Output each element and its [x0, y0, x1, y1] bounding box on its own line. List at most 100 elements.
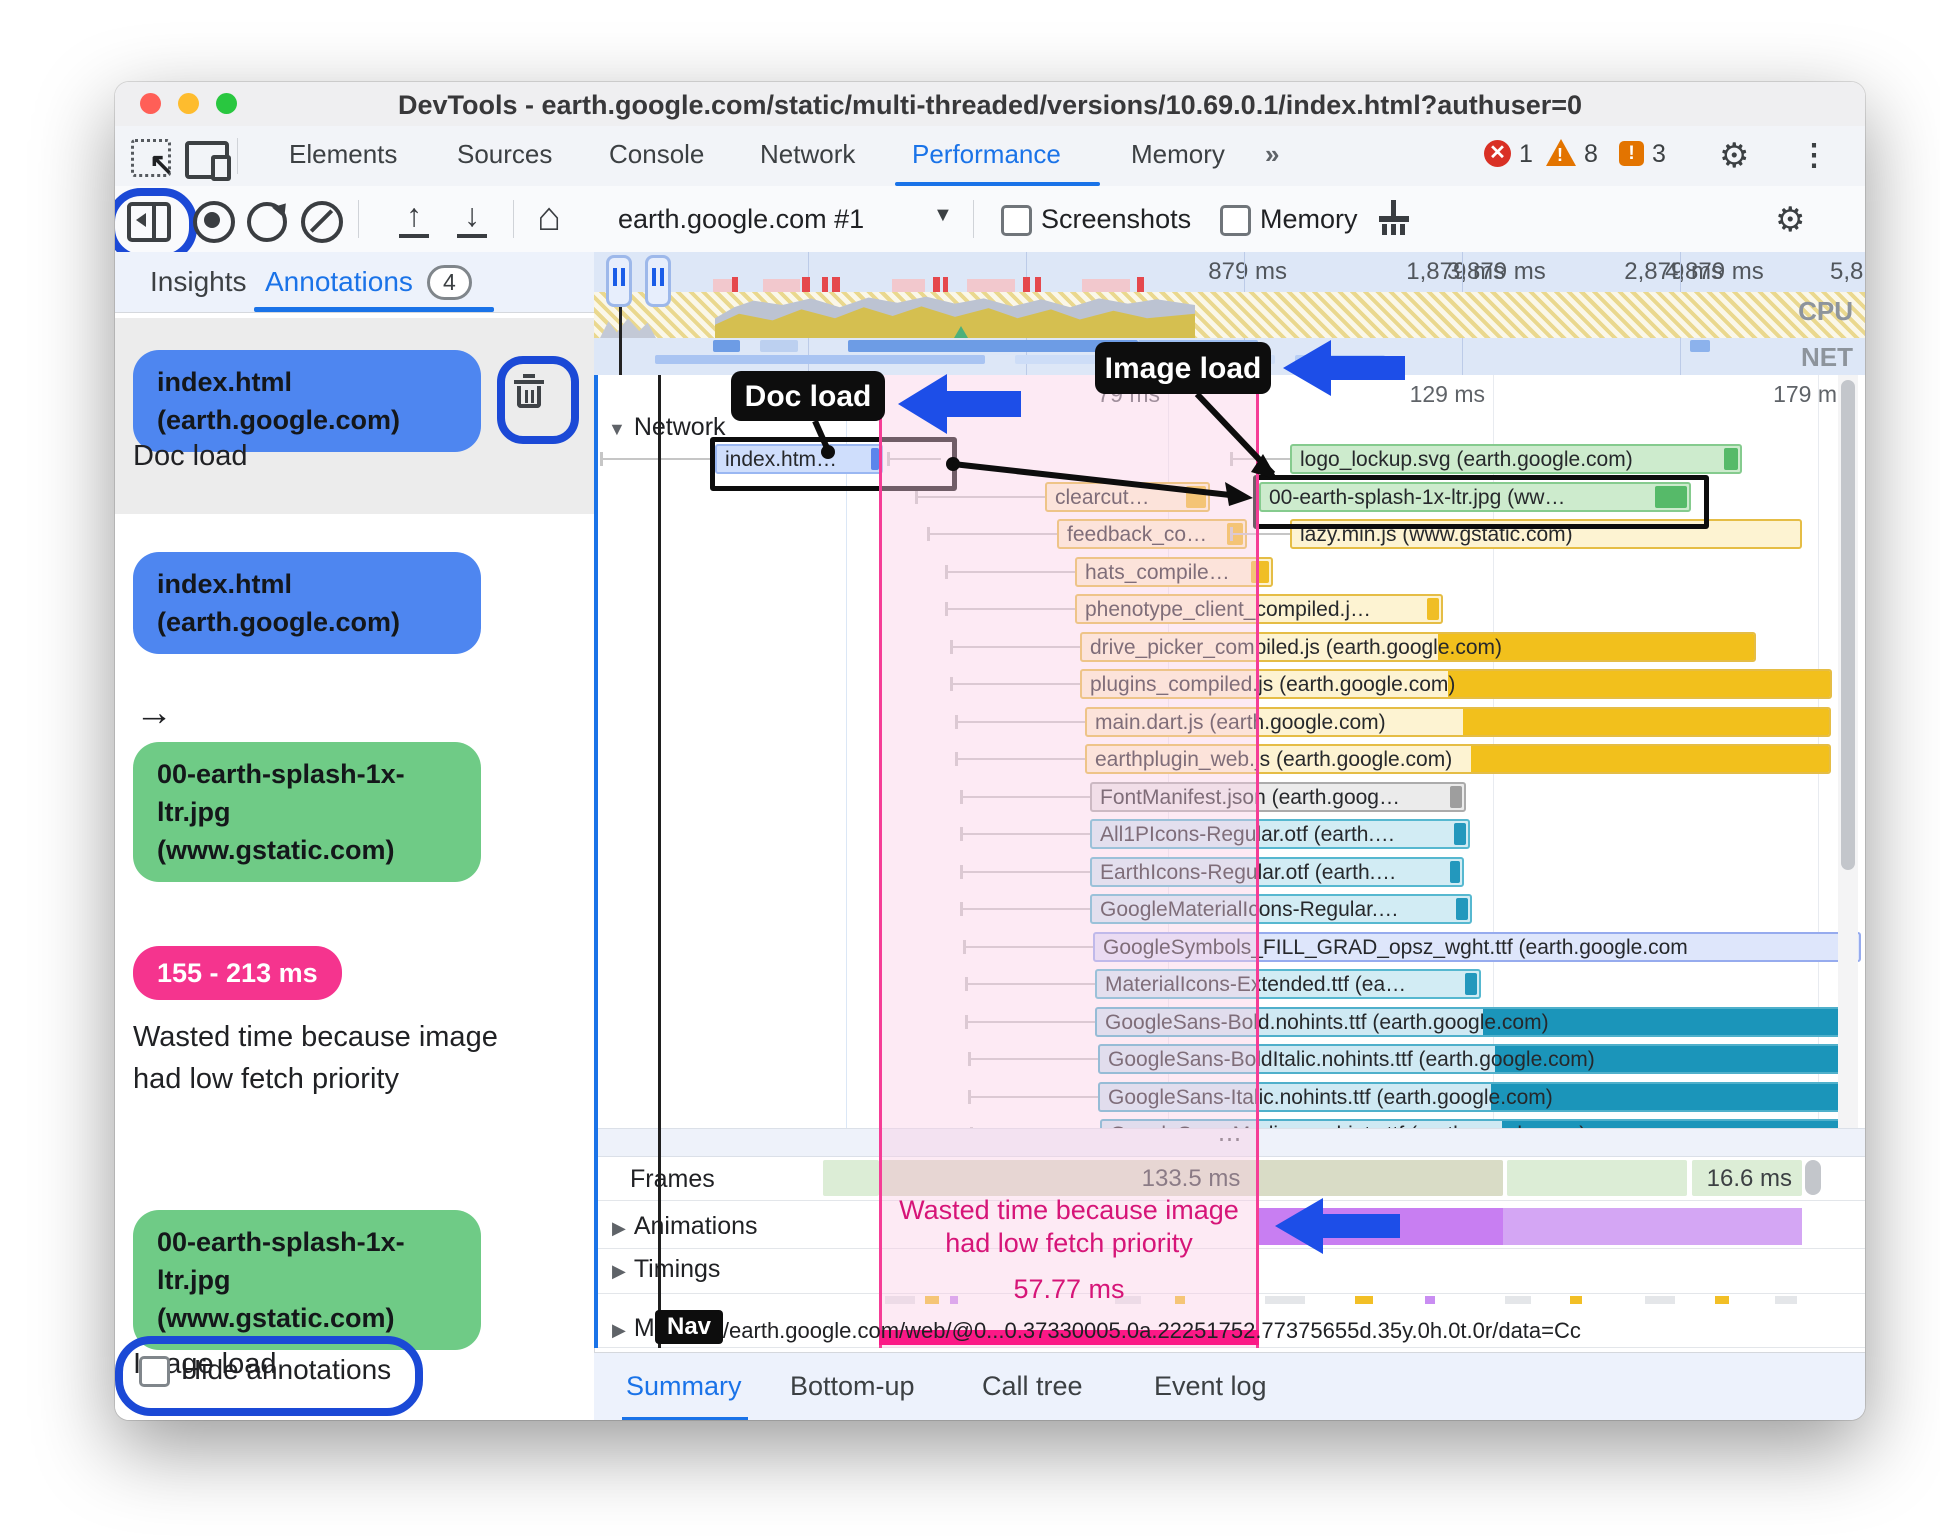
link-arrow-icon: → — [135, 692, 173, 734]
chart-left-border — [594, 375, 598, 1348]
main-activity-dash — [1505, 1296, 1531, 1304]
issues-count: 3 — [1652, 140, 1666, 168]
divider — [513, 200, 514, 238]
tab-event-log[interactable]: Event log — [1154, 1371, 1267, 1402]
memory-label: Memory — [1260, 204, 1358, 234]
waterfall-scrollbar-thumb[interactable] — [1841, 380, 1855, 870]
time-label-179ms: 179 m — [1773, 381, 1837, 407]
network-track-header[interactable]: ▼ Network — [608, 413, 726, 442]
garbage-collect-icon[interactable] — [1377, 200, 1411, 236]
overview-window-handle-left[interactable] — [606, 255, 632, 307]
main-track-url: https://earth.google.com/web/@0...0.3733… — [663, 1318, 1581, 1343]
nav-annotation-chip: Nav — [655, 1310, 724, 1344]
devtools-tabbar: ↖ Elements Sources Console Network Perfo… — [115, 126, 1865, 187]
annotation-pill-index-html[interactable]: index.html (earth.google.com) — [133, 350, 481, 452]
macos-titlebar: DevTools - earth.google.com/static/multi… — [115, 82, 1865, 127]
tab-memory[interactable]: Memory — [1131, 139, 1225, 170]
net-activity-segment — [760, 340, 798, 352]
frame-segment[interactable] — [823, 1160, 879, 1196]
minimap-segment — [655, 355, 985, 364]
device-toolbar-icon[interactable] — [185, 141, 231, 181]
annotation-circle-trash — [497, 356, 579, 444]
error-count: 1 — [1519, 140, 1533, 168]
upload-profile-icon[interactable]: ↑ — [397, 199, 431, 238]
annotation-pill-index-html-2[interactable]: index.html (earth.google.com) — [133, 552, 481, 654]
main-activity-dash — [1355, 1296, 1373, 1304]
record-icon[interactable] — [193, 201, 235, 243]
frame-duration-2: 16.6 ms — [1706, 1165, 1792, 1192]
tab-network[interactable]: Network — [760, 139, 855, 170]
tab-summary[interactable]: Summary — [626, 1371, 742, 1402]
activity-mark-pink — [1082, 279, 1130, 293]
issues-badge-icon[interactable]: ! — [1619, 141, 1644, 166]
animations-track-label[interactable]: ▶ Animations — [612, 1212, 758, 1241]
screenshots-label: Screenshots — [1041, 204, 1192, 234]
memory-checkbox[interactable] — [1220, 205, 1251, 236]
divider — [358, 200, 359, 238]
animation-segment[interactable] — [1259, 1208, 1503, 1245]
divider — [973, 200, 974, 238]
playhead-line — [658, 375, 661, 1348]
tab-call-tree[interactable]: Call tree — [982, 1371, 1083, 1402]
tab-insights[interactable]: Insights — [150, 266, 247, 298]
tab-sources[interactable]: Sources — [457, 139, 552, 170]
settings-gear-icon[interactable]: ⚙ — [1719, 136, 1749, 176]
overview-cpu-strip — [594, 292, 1865, 338]
main-activity-dash — [1425, 1296, 1435, 1304]
net-label: NET — [1801, 342, 1853, 372]
details-tabbar: Summary Bottom-up Call tree Event log — [594, 1352, 1865, 1420]
active-sidebar-tab-underline — [254, 307, 494, 312]
collapse-triangle-icon[interactable]: ▼ — [608, 419, 626, 439]
annotation-circle-sidebar-toggle — [115, 188, 197, 262]
tab-elements[interactable]: Elements — [289, 139, 397, 170]
annotation-label-doc-load: Doc load — [133, 440, 248, 472]
annotations-sidebar: Insights Annotations 4 index.html (earth… — [115, 252, 594, 1420]
frames-scrollbar-thumb[interactable] — [1805, 1160, 1821, 1195]
main-activity-dash — [1775, 1296, 1797, 1304]
activity-mark-pink — [967, 279, 1015, 293]
main-activity-dash — [1570, 1296, 1582, 1304]
main-activity-dash — [1715, 1296, 1729, 1304]
timings-track-label[interactable]: ▶ Timings — [612, 1255, 720, 1284]
activity-mark-pink — [763, 279, 800, 293]
history-select[interactable]: earth.google.com #1 — [618, 204, 864, 235]
activity-mark-pink — [892, 279, 925, 293]
tab-annotations[interactable]: Annotations — [265, 266, 413, 298]
tab-performance[interactable]: Performance — [912, 139, 1061, 170]
home-icon[interactable]: ⌂ — [537, 197, 561, 237]
warning-badge-icon[interactable]: ! — [1546, 139, 1576, 166]
tab-console[interactable]: Console — [609, 139, 704, 170]
frames-track-label[interactable]: Frames — [630, 1165, 715, 1194]
annotation-pill-time-range[interactable]: 155 - 213 ms — [133, 946, 342, 1000]
minimap-segment — [1295, 355, 1385, 364]
window-title: DevTools - earth.google.com/static/multi… — [397, 90, 1583, 120]
more-tabs-icon[interactable]: » — [1265, 139, 1279, 170]
sidebar-tabs: Insights Annotations 4 — [115, 252, 594, 313]
capture-settings-gear-icon[interactable]: ⚙ — [1775, 200, 1805, 240]
frame-segment[interactable] — [1507, 1160, 1687, 1196]
reload-record-icon[interactable] — [247, 202, 287, 242]
kebab-menu-icon[interactable]: ⋮ — [1799, 138, 1829, 173]
download-profile-icon[interactable]: ↓ — [455, 199, 489, 238]
cpu-label: CPU — [1798, 296, 1853, 326]
overview-window-handle-right[interactable] — [645, 255, 671, 307]
performance-toolbar: ↑ ↓ ⌂ earth.google.com #1 ▼ Screenshots … — [115, 186, 1865, 262]
chevron-down-icon[interactable]: ▼ — [933, 204, 953, 227]
timings-label-text: Timings — [633, 1255, 721, 1283]
clear-recording-icon[interactable] — [301, 201, 343, 243]
main-activity-dash — [1265, 1296, 1305, 1304]
screenshots-checkbox[interactable] — [1001, 205, 1032, 236]
annotation-label-wasted-time: Wasted time because image had low fetch … — [133, 1021, 498, 1095]
wasted-time-text-2: had low fetch priority — [945, 1228, 1193, 1258]
animation-segment[interactable] — [1503, 1208, 1802, 1245]
activity-mark-pink — [713, 279, 732, 293]
wasted-time-duration: 57.77 ms — [1013, 1274, 1125, 1304]
devtools-window: DevTools - earth.google.com/static/multi… — [115, 82, 1865, 1420]
annotation-pill-splash-jpg-2[interactable]: 00-earth-splash-1x-ltr.jpg (www.gstatic.… — [133, 1210, 481, 1350]
tab-bottom-up[interactable]: Bottom-up — [790, 1371, 915, 1402]
annotation-pill-splash-jpg[interactable]: 00-earth-splash-1x-ltr.jpg (www.gstatic.… — [133, 742, 481, 882]
inspect-element-icon[interactable]: ↖ — [131, 139, 174, 181]
cursor-arrow-icon: ↖ — [148, 148, 174, 181]
error-badge-icon[interactable]: ✕ — [1484, 140, 1511, 167]
image-load-tooltip: Image load — [1095, 342, 1271, 394]
